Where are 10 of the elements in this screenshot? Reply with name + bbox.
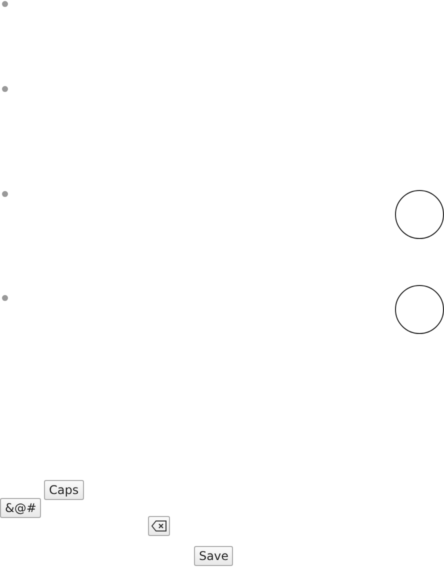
key-button[interactable]: Save bbox=[194, 546, 234, 566]
circle-icon bbox=[395, 190, 444, 239]
bullet-icon bbox=[2, 1, 8, 7]
bullet-icon bbox=[2, 86, 8, 92]
key-button[interactable]: Caps bbox=[44, 480, 84, 500]
backspace-button[interactable] bbox=[148, 516, 170, 536]
circle-icon bbox=[395, 285, 444, 334]
bullet-icon bbox=[2, 295, 8, 301]
key-button[interactable]: &@# bbox=[0, 498, 42, 518]
bullet-icon bbox=[2, 191, 8, 197]
